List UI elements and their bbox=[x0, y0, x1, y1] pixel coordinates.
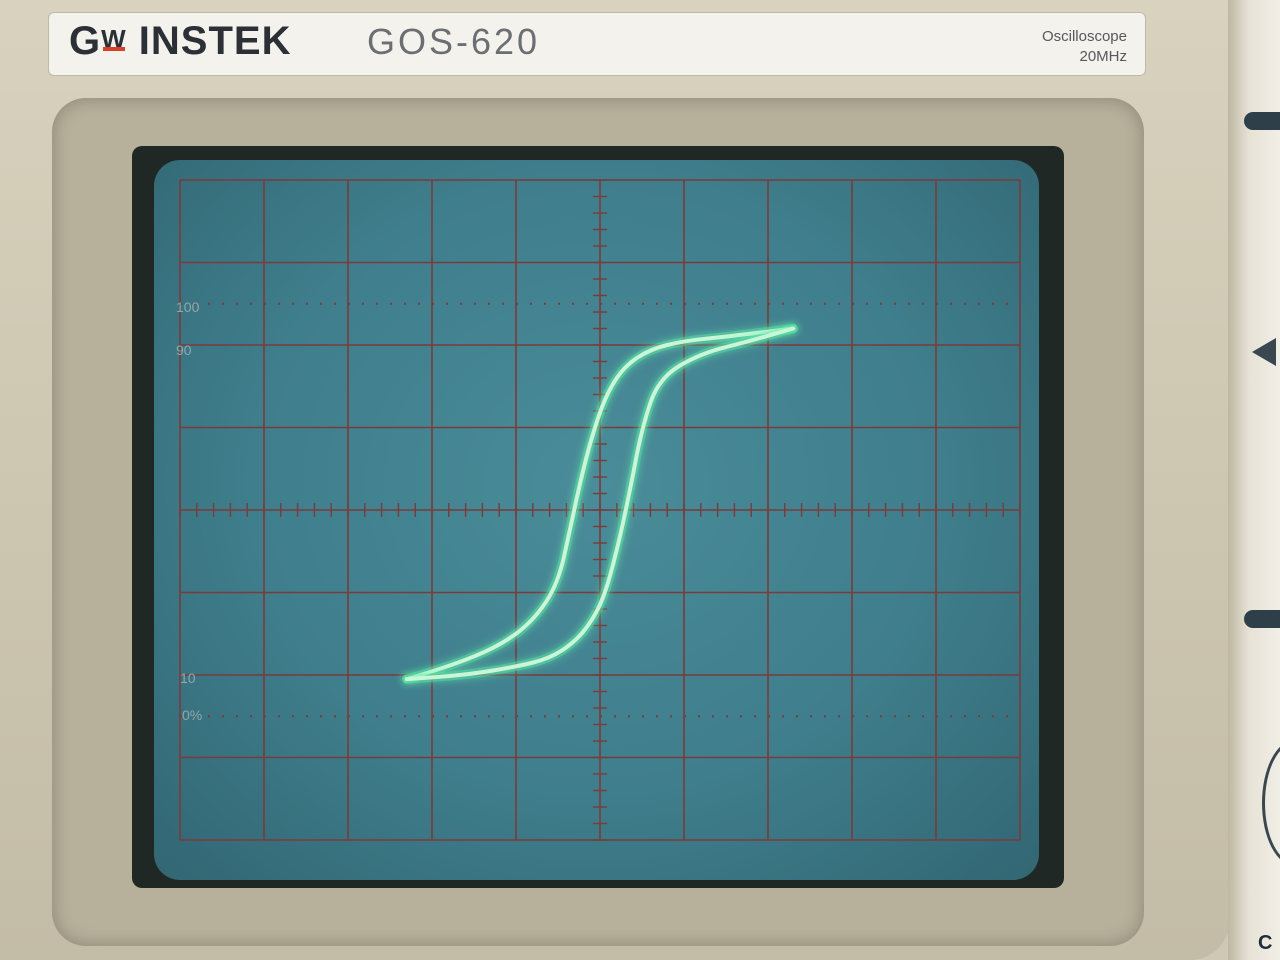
graticule-label-90: 90 bbox=[176, 342, 192, 358]
graticule-label-10: 10 bbox=[180, 670, 196, 686]
graticule-display: 100 90 10 0% bbox=[176, 179, 1021, 841]
graticule-label-0: 0% bbox=[182, 707, 202, 723]
graticule-label-100: 100 bbox=[176, 299, 200, 315]
